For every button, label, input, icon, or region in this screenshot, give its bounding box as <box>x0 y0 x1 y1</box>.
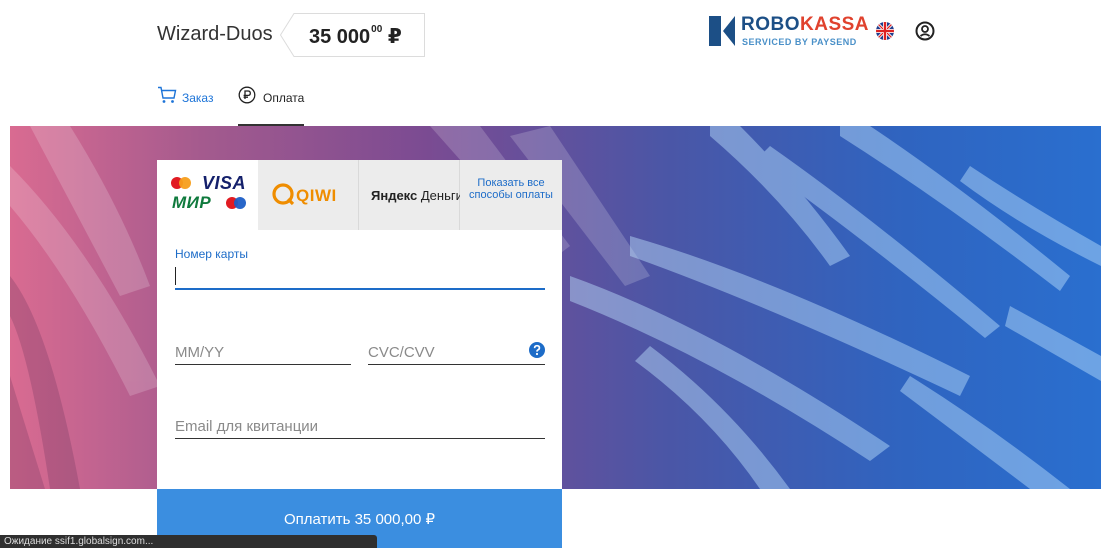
card-number-label: Номер карты <box>175 247 248 261</box>
amount-value: 35 00000 ₽ <box>309 24 402 49</box>
text-cursor <box>175 267 176 285</box>
show-all-methods-link[interactable]: Показать все способы оплаты <box>460 160 562 230</box>
tab-payment[interactable]: Оплата <box>238 86 304 126</box>
expiry-input[interactable] <box>175 341 351 365</box>
help-icon[interactable] <box>529 342 545 358</box>
shop-name: Wizard-Duos <box>157 23 273 45</box>
qiwi-icon <box>272 183 295 206</box>
order-amount: 35 00000 ₽ <box>280 13 425 57</box>
method-bank-cards[interactable]: VISA МИР <box>157 160 258 230</box>
email-input[interactable] <box>175 415 545 439</box>
account-button[interactable] <box>915 21 935 41</box>
visa-logo: VISA <box>202 173 247 193</box>
card-number-input[interactable] <box>175 262 545 290</box>
show-all-methods-label: Показать все способы оплаты <box>469 177 553 201</box>
amount-main: 35 000 <box>309 26 371 48</box>
robokassa-mark-icon <box>709 16 735 46</box>
tab-order-label: Заказ <box>182 91 214 105</box>
robokassa-logo[interactable]: ROBOKASSA SERVICED BY PAYSEND <box>709 15 869 49</box>
method-qiwi[interactable]: QIWI <box>258 160 359 230</box>
currency-sign: ₽ <box>387 26 402 48</box>
yandex-money-logo: Яндекс Деньги <box>371 188 463 203</box>
tab-payment-label: Оплата <box>263 91 305 105</box>
mir-logo: МИР <box>172 193 212 212</box>
user-circle-icon <box>915 21 935 41</box>
qiwi-logo: QIWI <box>296 186 337 205</box>
cart-icon <box>158 86 177 103</box>
ruble-icon <box>238 86 256 104</box>
language-switch[interactable] <box>876 22 894 40</box>
logo-subtitle: SERVICED BY PAYSEND <box>742 37 857 47</box>
uk-flag-icon <box>876 22 894 40</box>
method-yandex-money[interactable]: Яндекс Деньги <box>359 160 463 230</box>
cvc-input[interactable] <box>368 341 545 365</box>
payment-form-card: VISA МИР QIWI Яндекс Деньги Показать все… <box>157 160 562 548</box>
logo-wordmark: ROBOKASSA <box>741 14 870 35</box>
payment-method-tabs: VISA МИР QIWI Яндекс Деньги Показать все… <box>157 160 562 230</box>
amount-cents: 00 <box>371 24 383 36</box>
browser-status-bar: Ожидание ssif1.globalsign.com... <box>0 535 377 548</box>
